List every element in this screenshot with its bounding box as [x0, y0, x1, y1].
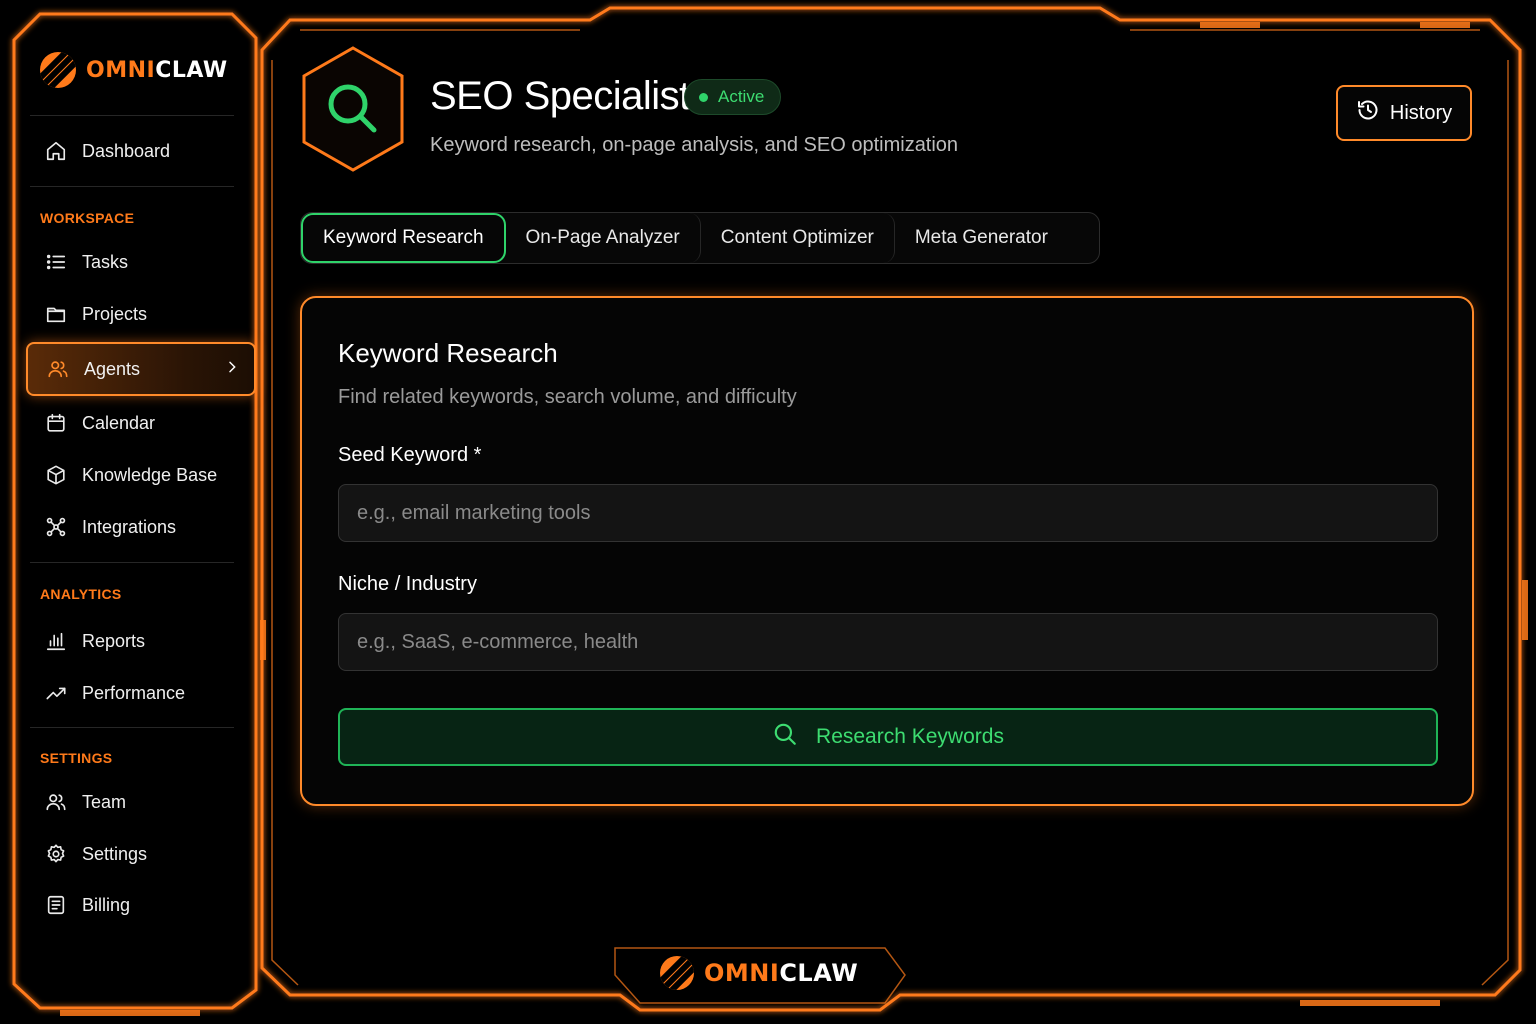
- sidebar-item-team[interactable]: Team: [26, 777, 256, 827]
- divider: [30, 186, 234, 187]
- agent-avatar: [298, 44, 408, 174]
- section-label-settings: SETTINGS: [40, 750, 113, 766]
- sidebar-item-label: Team: [82, 791, 127, 812]
- sidebar-item-label: Settings: [82, 843, 148, 864]
- sidebar: OMNICLAW Dashboard WORKSPACE Tasks Proje…: [18, 22, 256, 1000]
- status-dot-icon: [699, 92, 708, 102]
- history-label: History: [1389, 101, 1453, 124]
- omniclaw-logo-icon: [40, 52, 76, 88]
- seed-keyword-input[interactable]: [338, 484, 1438, 542]
- home-icon: [44, 139, 68, 163]
- calendar-icon: [44, 411, 68, 435]
- history-button[interactable]: History: [1336, 85, 1472, 141]
- sidebar-item-calendar[interactable]: Calendar: [26, 398, 256, 448]
- receipt-icon: [44, 893, 68, 917]
- divider: [30, 115, 234, 116]
- folder-icon: [44, 302, 68, 326]
- sidebar-item-projects[interactable]: Projects: [26, 289, 256, 339]
- footer-brand-name: OMNICLAW: [704, 959, 859, 987]
- sidebar-item-label: Performance: [82, 682, 186, 703]
- tab-keyword-research[interactable]: Keyword Research: [301, 213, 506, 263]
- bar-chart-icon: [44, 629, 68, 653]
- status-label: Active: [718, 87, 765, 106]
- chevron-right-icon: [224, 359, 240, 380]
- research-keywords-button[interactable]: Research Keywords: [338, 708, 1438, 766]
- sidebar-item-agents[interactable]: Agents: [26, 342, 256, 396]
- search-icon: [772, 721, 798, 753]
- users-icon: [46, 357, 70, 381]
- divider: [30, 727, 234, 728]
- list-icon: [44, 250, 68, 274]
- sidebar-item-tasks[interactable]: Tasks: [26, 237, 256, 287]
- sidebar-item-label: Dashboard: [82, 140, 171, 161]
- sidebar-item-label: Billing: [82, 894, 131, 915]
- sidebar-item-label: Tasks: [82, 251, 129, 272]
- page-title: SEO Specialist: [430, 74, 690, 118]
- omniclaw-logo-icon: [660, 956, 694, 990]
- sidebar-item-label: Agents: [84, 358, 141, 379]
- tab-on-page-analyzer[interactable]: On-Page Analyzer: [506, 213, 701, 263]
- footer-logo: OMNICLAW: [660, 956, 858, 990]
- tool-tabs: Keyword Research On-Page Analyzer Conten…: [300, 212, 1100, 264]
- sidebar-item-reports[interactable]: Reports: [26, 616, 256, 666]
- status-badge: Active: [684, 79, 782, 115]
- sidebar-item-label: Integrations: [82, 516, 177, 537]
- brand-logo[interactable]: OMNICLAW: [40, 52, 228, 88]
- section-label-analytics: ANALYTICS: [40, 586, 122, 602]
- team-icon: [44, 790, 68, 814]
- sidebar-item-label: Reports: [82, 630, 146, 651]
- tab-meta-generator[interactable]: Meta Generator: [895, 213, 1068, 263]
- seed-keyword-label: Seed Keyword *: [338, 444, 482, 466]
- niche-industry-input[interactable]: [338, 613, 1438, 671]
- cube-icon: [44, 463, 68, 487]
- brand-name: OMNICLAW: [86, 57, 228, 83]
- page-subtitle: Keyword research, on-page analysis, and …: [430, 134, 959, 156]
- nodes-icon: [44, 515, 68, 539]
- section-label-workspace: WORKSPACE: [40, 210, 135, 226]
- card-subtitle: Find related keywords, search volume, an…: [338, 386, 797, 408]
- sidebar-item-dashboard[interactable]: Dashboard: [26, 126, 256, 176]
- tab-content-optimizer[interactable]: Content Optimizer: [701, 213, 895, 263]
- sidebar-item-label: Knowledge Base: [82, 464, 218, 485]
- sidebar-item-integrations[interactable]: Integrations: [26, 502, 256, 552]
- keyword-research-card: Keyword Research Find related keywords, …: [300, 296, 1474, 806]
- trend-icon: [44, 681, 68, 705]
- sidebar-item-label: Calendar: [82, 412, 156, 433]
- sidebar-item-knowledge-base[interactable]: Knowledge Base: [26, 450, 256, 500]
- research-keywords-label: Research Keywords: [816, 725, 1004, 748]
- gear-icon: [44, 842, 68, 866]
- niche-industry-label: Niche / Industry: [338, 573, 477, 595]
- sidebar-item-billing[interactable]: Billing: [26, 880, 256, 930]
- history-icon: [1356, 98, 1380, 128]
- sidebar-item-settings[interactable]: Settings: [26, 829, 256, 879]
- sidebar-item-label: Projects: [82, 303, 148, 324]
- sidebar-item-performance[interactable]: Performance: [26, 668, 256, 718]
- card-title: Keyword Research: [338, 338, 558, 368]
- divider: [30, 562, 234, 563]
